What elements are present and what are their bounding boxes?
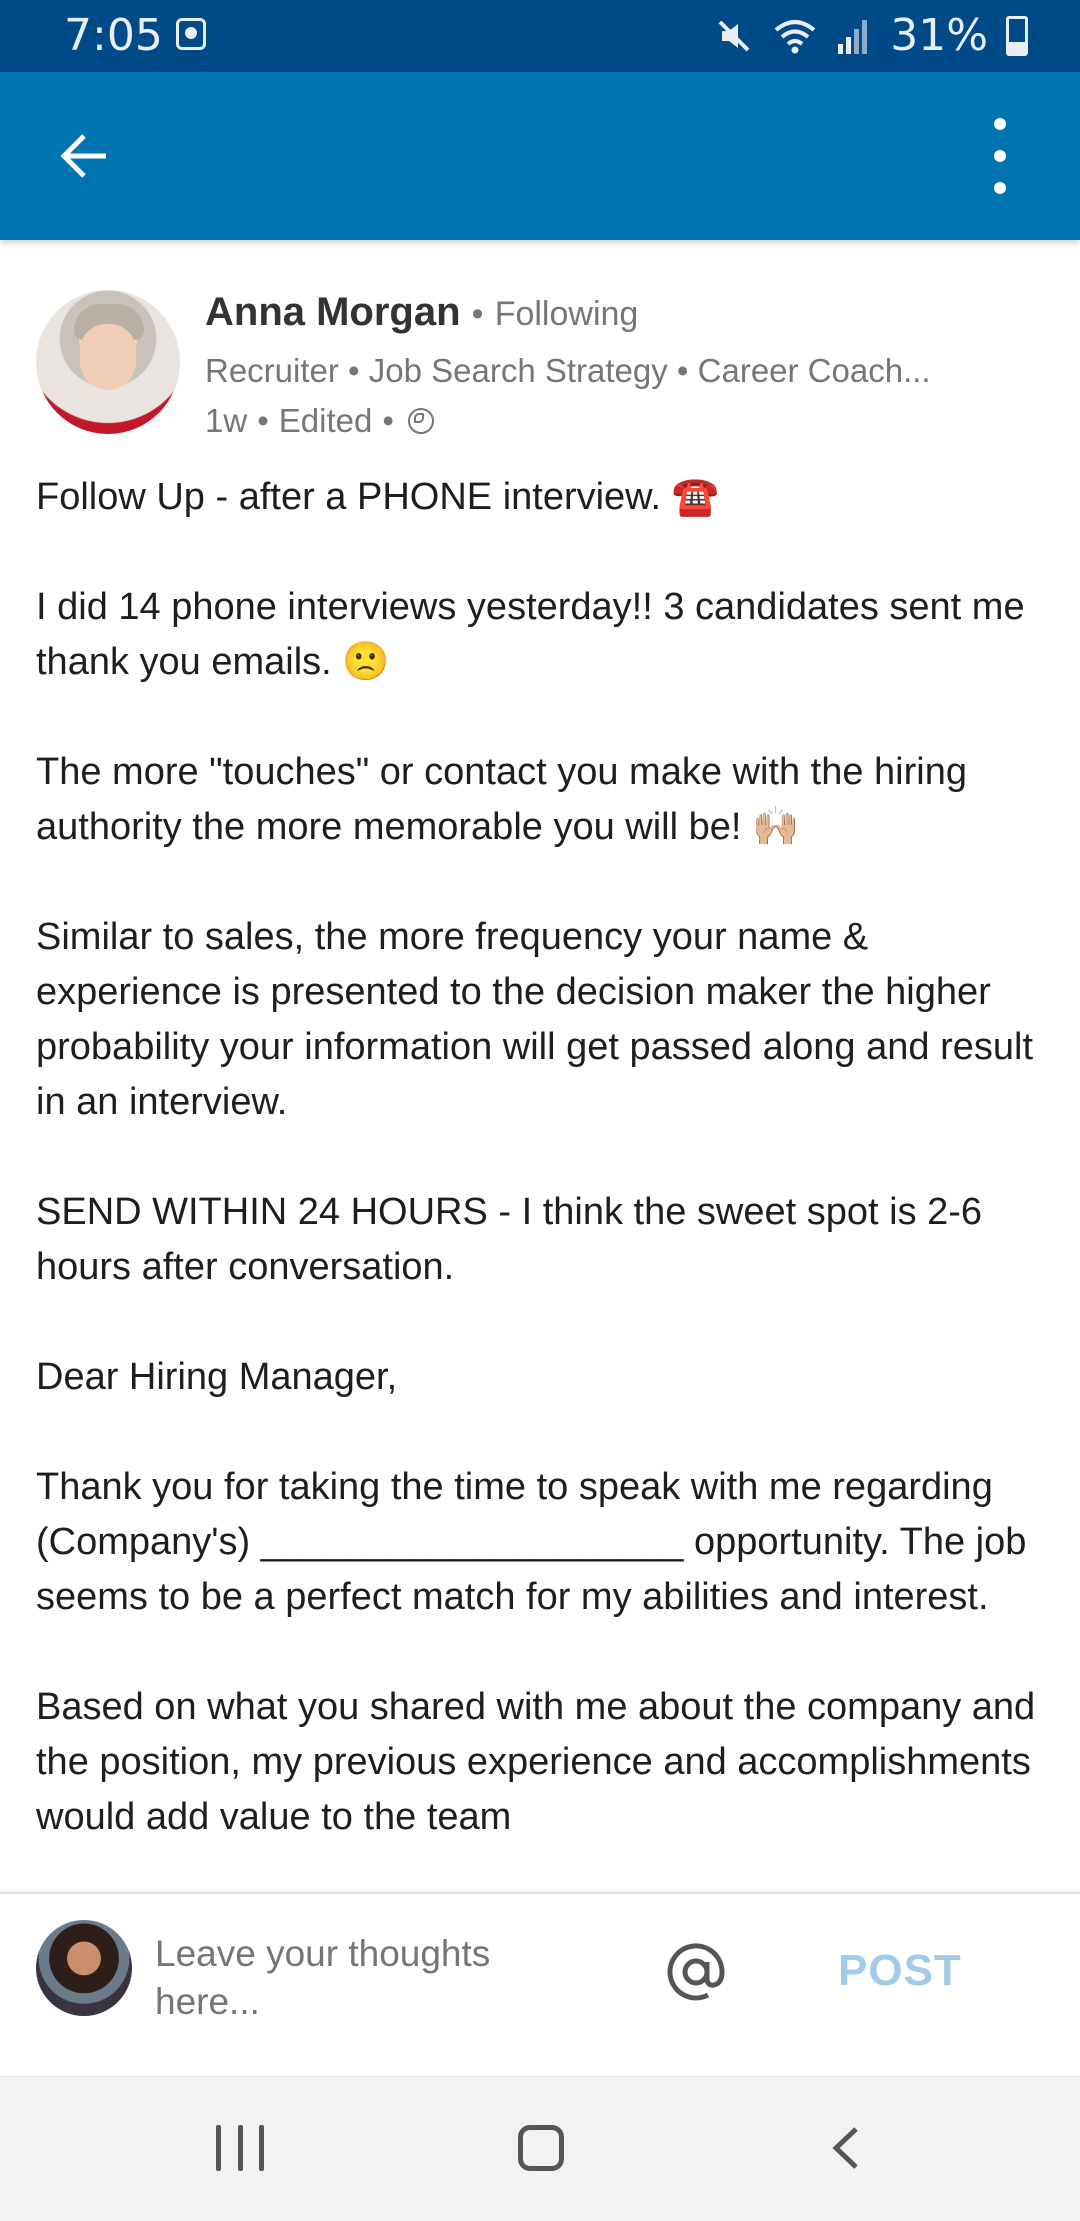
at-sign-icon [667, 1943, 725, 2001]
post-paragraph: Follow Up - after a PHONE interview. ☎️ [36, 476, 719, 518]
back-arrow-icon [60, 134, 106, 178]
app-bar [0, 72, 1080, 240]
battery-percent: 31% [890, 10, 988, 61]
separator-dot: • [471, 295, 484, 333]
post-button[interactable]: POST [838, 1946, 962, 1996]
separator-dot: • [382, 402, 394, 439]
system-nav-bar [0, 2076, 1080, 2221]
mention-button[interactable] [660, 1936, 732, 2008]
signal-icon [838, 19, 868, 54]
post-age: 1w [205, 402, 248, 439]
more-vertical-icon [994, 118, 1006, 130]
mute-icon [718, 20, 750, 51]
recents-icon[interactable] [216, 2125, 264, 2173]
edited-label: Edited [278, 402, 373, 439]
status-bar: 7:05 31% [0, 0, 1080, 72]
comment-input[interactable] [155, 1930, 575, 2026]
post-paragraph: I did 14 phone interviews yesterday!! 3 … [36, 586, 1025, 683]
status-time: 7:05 [64, 10, 163, 61]
post-paragraph: Dear Hiring Manager, [36, 1356, 398, 1398]
comment-bar: POST [0, 1892, 1080, 2076]
post-paragraph: Thank you for taking the time to speak w… [36, 1466, 1027, 1618]
post-paragraph: SEND WITHIN 24 HOURS - I think the sweet… [36, 1191, 983, 1288]
separator-dot: • [257, 402, 269, 439]
post-paragraph: The more "touches" or contact you make w… [36, 751, 967, 848]
author-line: Anna Morgan • Following [205, 290, 638, 335]
globe-icon [407, 408, 434, 434]
status-icons: 31% [714, 10, 1028, 61]
post-paragraph: Similar to sales, the more frequency you… [36, 916, 1033, 1123]
back-icon[interactable] [822, 2123, 872, 2173]
wifi-icon [774, 19, 816, 53]
follow-status: Following [494, 295, 639, 333]
author-headline: Recruiter • Job Search Strategy • Career… [205, 352, 931, 389]
post-body: Follow Up - after a PHONE interview. ☎️ … [36, 470, 1056, 1890]
post-meta: 1w • Edited • [205, 402, 434, 440]
author-avatar[interactable] [36, 290, 180, 434]
notification-icon [176, 18, 206, 50]
battery-icon [1006, 15, 1028, 56]
back-button[interactable] [48, 120, 120, 192]
home-icon[interactable] [518, 2125, 564, 2171]
author-name[interactable]: Anna Morgan [205, 290, 461, 334]
user-avatar [36, 1920, 132, 2016]
post-header: Anna Morgan • Following Recruiter • Job … [36, 290, 1046, 450]
post-paragraph: Based on what you shared with me about t… [36, 1686, 1036, 1838]
more-options-button[interactable] [980, 112, 1020, 200]
